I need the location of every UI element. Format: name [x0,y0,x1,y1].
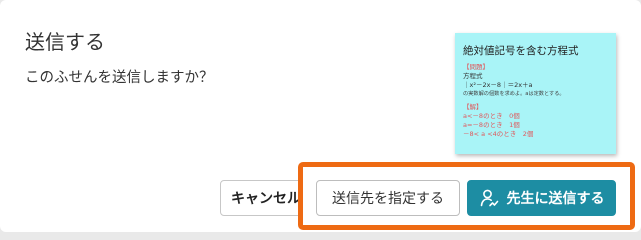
note-answer-line: －8< a <4のとき 2個 [463,130,534,138]
dialog-title: 送信する [25,30,105,54]
note-answer-tag: 【解】 [463,103,483,111]
teacher-person-icon [479,188,499,208]
note-answer-line: a=－8のとき 1個 [463,121,520,129]
send-dialog: 送信する このふせんを送信しますか？ 絶対値記号を含む方程式 【問題】 方程式 … [0,0,641,232]
note-instruction: の実数解の個数を求めよ。aは定数とする。 [463,91,565,97]
specify-recipient-button[interactable]: 送信先を指定する [316,180,460,216]
dialog-message: このふせんを送信しますか？ [25,70,214,86]
note-title: 絶対値記号を含む方程式 [463,45,579,57]
note-answer-line: a<－8のとき 0個 [463,112,520,120]
send-to-teacher-button[interactable]: 先生に送信する [467,180,616,216]
note-problem-tag: 【問題】 [463,63,489,71]
note-label: 方程式 [463,72,483,80]
note-equation: ｜x²－2x－8｜＝2x＋a [463,81,533,89]
sticky-note-preview: 絶対値記号を含む方程式 【問題】 方程式 ｜x²－2x－8｜＝2x＋a の実数解… [455,33,616,154]
send-to-teacher-label: 先生に送信する [506,191,605,207]
